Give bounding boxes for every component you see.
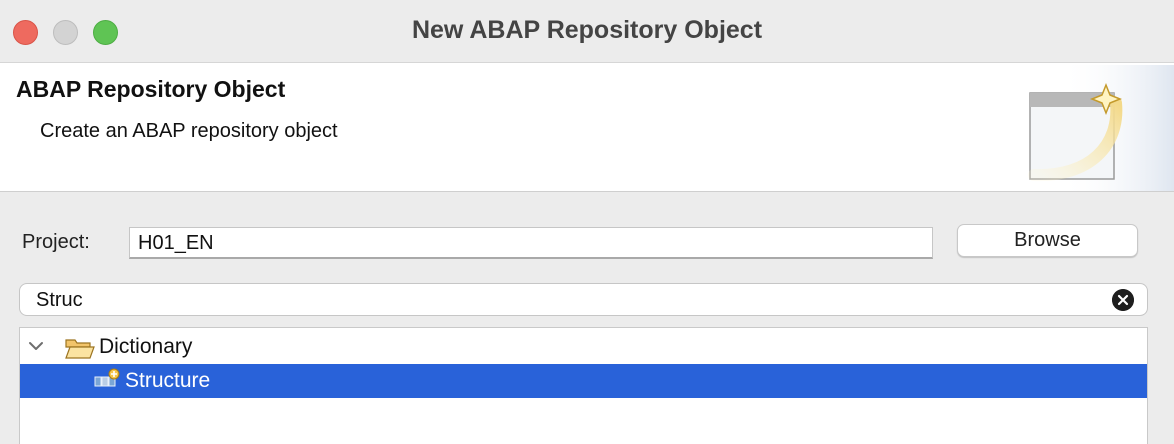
new-object-wizard-icon [1028,65,1174,191]
structure-icon [94,368,120,387]
tree-item-label: Structure [125,369,211,392]
filter-input[interactable] [36,287,1106,313]
dialog-window: New ABAP Repository Object ABAP Reposito… [0,0,1174,444]
window-title: New ABAP Repository Object [411,16,763,44]
browse-button[interactable]: Browse [957,224,1138,257]
clear-icon[interactable] [1112,289,1134,311]
project-field[interactable] [129,227,933,259]
project-label: Project: [22,231,90,253]
object-type-tree: Dictionary Structure [19,327,1148,444]
tree-item-dictionary[interactable]: Dictionary [20,330,1147,364]
filter-field-container [19,283,1148,316]
title-bar: New ABAP Repository Object [0,0,1174,63]
wizard-header: ABAP Repository Object Create an ABAP re… [0,63,1174,192]
chevron-down-icon[interactable] [28,340,44,352]
wizard-title: ABAP Repository Object [16,76,286,102]
wizard-description: Create an ABAP repository object [40,120,338,142]
open-folder-icon [65,339,95,359]
tree-item-structure[interactable]: Structure [20,364,1147,398]
tree-item-label: Dictionary [99,335,193,358]
